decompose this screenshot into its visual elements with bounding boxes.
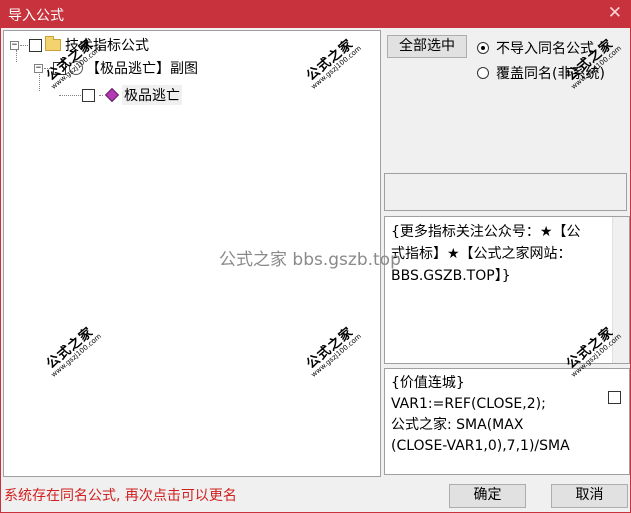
tree-node-label: 技术指标公式 [65, 38, 149, 54]
tree-node-leaf[interactable]: 极品逃亡 [58, 85, 182, 105]
formula-info-text[interactable]: {更多指标关注公众号：★【公 式指标】★【公式之家网站： BBS.GSZB.TO… [384, 216, 630, 364]
code-line: {价值连城} [391, 375, 465, 391]
radio-button[interactable] [477, 67, 489, 79]
radio-button[interactable] [477, 42, 489, 54]
ok-button[interactable]: 确定 [449, 484, 526, 508]
tree-checkbox[interactable] [82, 88, 95, 102]
formula-code-text[interactable]: {价值连城} VAR1:=REF(CLOSE,2); 公式之家: SMA(MAX… [384, 368, 630, 475]
radio-label: 覆盖同名(非系统) [496, 66, 605, 82]
code-line: (CLOSE-VAR1,0),7,1)/SMA [391, 438, 570, 454]
tree-node-root[interactable]: − 技术指标公式 [10, 35, 149, 55]
formula-gem-icon [104, 87, 120, 103]
cancel-button[interactable]: 取消 [551, 484, 628, 508]
indicator-icon [69, 61, 83, 75]
close-icon[interactable]: ✕ [608, 3, 622, 23]
code-line: 公式之家: SMA(MAX [391, 417, 524, 433]
info-line: {更多指标关注公众号：★【公 [391, 224, 581, 240]
radio-overwrite-same-name[interactable]: 覆盖同名(非系统) [477, 63, 605, 83]
tree-connector [59, 94, 81, 96]
tree-node-label: 【极品逃亡】副图 [86, 61, 198, 77]
tree-connector [99, 94, 103, 96]
title-bar: 导入公式 ✕ [1, 1, 630, 28]
tree-connector [44, 67, 52, 69]
info-line: BBS.GSZB.TOP】} [391, 268, 511, 284]
tree-connector [20, 44, 28, 46]
import-formula-dialog: 导入公式 ✕ − 技术指标公式 − 【极品逃亡】副图 极品逃亡 全部选中 不导入… [0, 0, 631, 513]
tree-checkbox[interactable] [29, 38, 42, 52]
folder-icon [45, 36, 61, 51]
code-line: VAR1:=REF(CLOSE,2); [391, 396, 546, 412]
radio-label: 不导入同名公式 [496, 41, 594, 57]
code-checkbox[interactable] [608, 391, 621, 404]
tree-checkbox[interactable] [53, 61, 66, 75]
status-message: 系统存在同名公式, 再次点击可以更名 [4, 488, 237, 504]
formula-tree: − 技术指标公式 − 【极品逃亡】副图 极品逃亡 [3, 30, 381, 477]
info-line: 式指标】★【公式之家网站： [391, 246, 572, 262]
select-all-button[interactable]: 全部选中 [387, 35, 467, 58]
tree-node-child[interactable]: − 【极品逃亡】副图 [34, 58, 198, 78]
tree-node-label: 极品逃亡 [122, 85, 182, 105]
info-scrollbar[interactable] [612, 217, 629, 363]
radio-skip-same-name[interactable]: 不导入同名公式 [477, 38, 594, 58]
collapse-icon[interactable]: − [10, 40, 19, 50]
formula-description-field[interactable] [384, 173, 627, 211]
dialog-title: 导入公式 [8, 8, 64, 24]
collapse-icon[interactable]: − [34, 63, 43, 73]
